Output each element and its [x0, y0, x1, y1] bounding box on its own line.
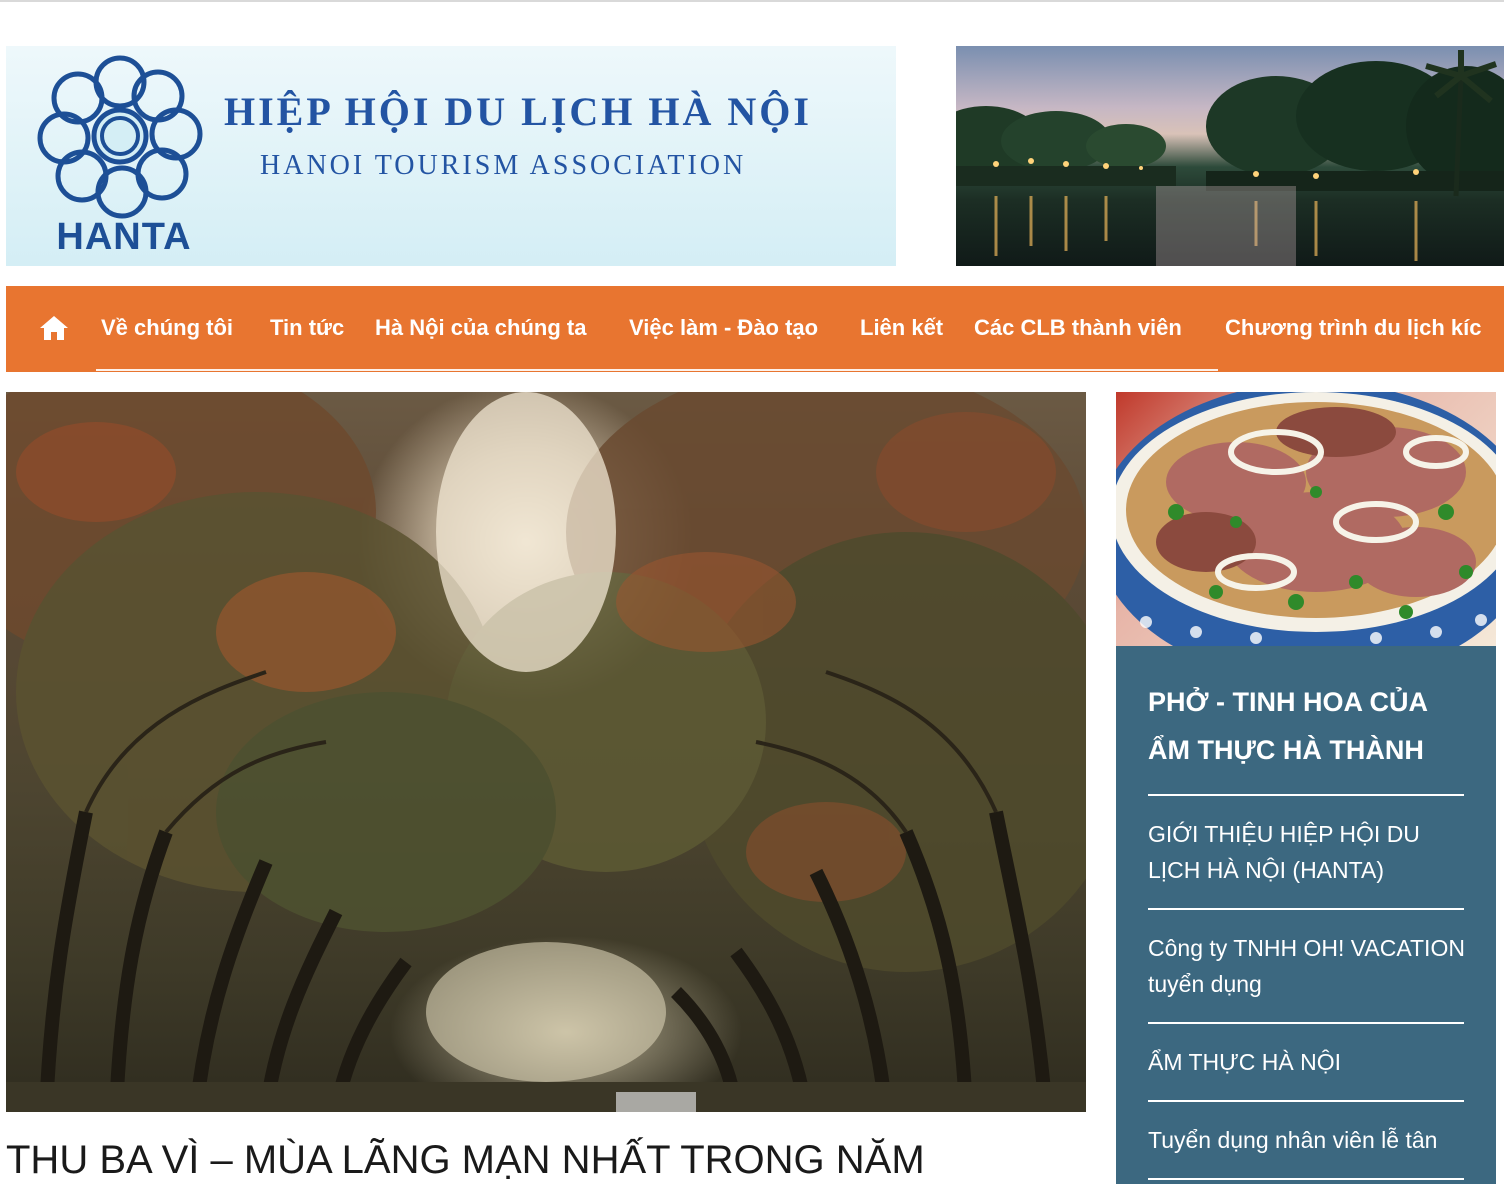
nav-item-tour-programs[interactable]: Chương trình du lịch kíc [1225, 315, 1481, 341]
org-name-en: HANOI TOURISM ASSOCIATION [260, 150, 747, 181]
sidebar-link-oh-vacation[interactable]: Công ty TNHH OH! VACATION tuyển dụng [1148, 930, 1468, 1002]
logo-banner[interactable]: HANTA HIỆP HỘI DU LỊCH HÀ NỘI HANOI TOUR… [6, 46, 896, 266]
sidebar-link-hanoi-cuisine[interactable]: ẨM THỰC HÀ NỘI [1148, 1044, 1468, 1080]
nav-item-jobs-training[interactable]: Việc làm - Đào tạo [629, 315, 818, 341]
logo-text: HANTA [56, 216, 192, 258]
nav-item-our-hanoi[interactable]: Hà Nội của chúng ta [375, 315, 586, 341]
sidebar-link-receptionist-jobs[interactable]: Tuyển dụng nhân viên lễ tân [1148, 1122, 1468, 1158]
sidebar-divider [1148, 1022, 1464, 1024]
org-name-vi: HIỆP HỘI DU LỊCH HÀ NỘI [224, 89, 812, 134]
nav-active-underline [96, 369, 1218, 371]
top-border [0, 0, 1504, 2]
sidebar-divider [1148, 908, 1464, 910]
nav-item-member-clubs[interactable]: Các CLB thành viên [974, 315, 1182, 341]
pho-image[interactable] [1116, 392, 1496, 646]
article-title[interactable]: THU BA VÌ – MÙA LÃNG MẠN NHẤT TRONG NĂM [6, 1136, 1086, 1184]
sidebar-featured-title[interactable]: PHỞ - TINH HOA CỦA ẨM THỰC HÀ THÀNH [1148, 678, 1468, 774]
sidebar-divider [1148, 794, 1464, 796]
flower-logo-icon [37, 55, 203, 219]
sidebar-divider [1148, 1178, 1464, 1180]
header-lake-photo [956, 46, 1504, 266]
nav-item-about[interactable]: Về chúng tôi [101, 315, 233, 341]
sidebar-link-hanta-intro[interactable]: GIỚI THIỆU HIỆP HỘI DU LỊCH HÀ NỘI (HANT… [1148, 816, 1468, 888]
main-nav: Về chúng tôi Tin tức Hà Nội của chúng ta… [6, 286, 1504, 372]
article-hero-image[interactable] [6, 392, 1086, 1112]
home-icon[interactable] [38, 314, 70, 342]
sidebar: PHỞ - TINH HOA CỦA ẨM THỰC HÀ THÀNH GIỚI… [1116, 392, 1496, 1184]
sidebar-divider [1148, 1100, 1464, 1102]
nav-item-news[interactable]: Tin tức [270, 315, 344, 341]
nav-item-links[interactable]: Liên kết [860, 315, 943, 341]
